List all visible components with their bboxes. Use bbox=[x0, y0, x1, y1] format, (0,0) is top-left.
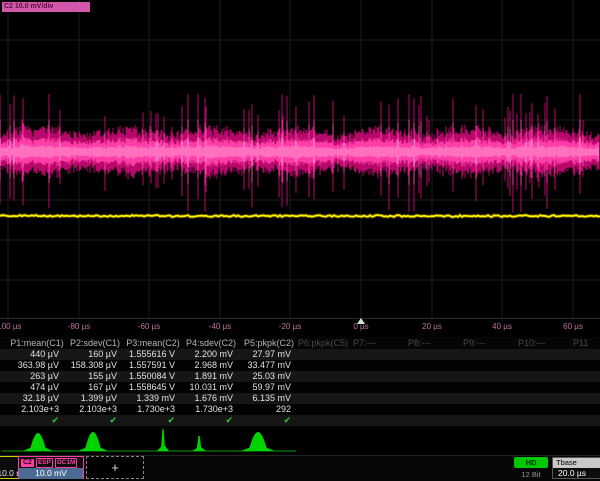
param-value: 1.676 mV bbox=[182, 393, 240, 404]
param-value: 167 µV bbox=[66, 382, 124, 393]
param-header[interactable]: P4:sdev(C2) bbox=[182, 337, 240, 349]
param-value: 158.308 µV bbox=[66, 360, 124, 371]
timebase-box[interactable]: Tbase 20.0 µs bbox=[552, 457, 600, 479]
param-status-check-icon: ✔ bbox=[8, 415, 66, 426]
param-value: 1.550084 V bbox=[124, 371, 182, 382]
param-value: 1.730e+3 bbox=[124, 404, 182, 415]
time-axis-label: -60 µs bbox=[138, 322, 160, 331]
param-value: 2.103e+3 bbox=[8, 404, 66, 415]
add-trace-button[interactable]: + bbox=[86, 456, 144, 479]
c2-scale-value: 10.0 mV bbox=[19, 468, 83, 479]
hd-mode-badge[interactable]: HD bbox=[514, 457, 548, 468]
graticule-and-traces bbox=[0, 0, 600, 318]
param-header-disabled[interactable]: P6:pkpk(C5) bbox=[298, 337, 353, 349]
plus-icon: + bbox=[87, 457, 143, 478]
trace-label-badge[interactable]: C2 10.0 mV/div bbox=[2, 2, 90, 12]
param-value: 363.98 µV bbox=[8, 360, 66, 371]
param-value: 6.135 mV bbox=[240, 393, 298, 404]
param-header-disabled[interactable]: P7:--- bbox=[353, 337, 408, 349]
param-value: 263 µV bbox=[8, 371, 66, 382]
time-axis-label: 20 µs bbox=[422, 322, 442, 331]
table-row: 32.18 µV1.399 µV1.339 mV1.676 mV6.135 mV bbox=[0, 393, 600, 404]
param-header-disabled[interactable]: P10:--- bbox=[518, 337, 573, 349]
trigger-position-marker[interactable] bbox=[357, 318, 365, 324]
param-value: 32.18 µV bbox=[8, 393, 66, 404]
param-value: 1.555616 V bbox=[124, 349, 182, 360]
param-header-disabled[interactable]: P11 bbox=[573, 337, 600, 349]
timebase-label: Tbase bbox=[553, 458, 600, 468]
param-value: 25.03 mV bbox=[240, 371, 298, 382]
time-axis-label: 40 µs bbox=[492, 322, 512, 331]
time-axis: -100 µs-80 µs-60 µs-40 µs-20 µs0 µs20 µs… bbox=[0, 318, 600, 337]
param-header[interactable]: P1:mean(C1) bbox=[8, 337, 66, 349]
histicon bbox=[78, 432, 108, 451]
timebase-value: 20.0 µs bbox=[553, 468, 600, 479]
table-row: 363.98 µV158.308 µV1.557591 V2.968 mV33.… bbox=[0, 360, 600, 371]
param-value: 440 µV bbox=[8, 349, 66, 360]
c2-coupling-badge: DC1M bbox=[55, 458, 77, 468]
param-value: 27.97 mV bbox=[240, 349, 298, 360]
bits-label: 12 Bit bbox=[514, 470, 548, 479]
param-value: 1.557591 V bbox=[124, 360, 182, 371]
param-value: 1.339 mV bbox=[124, 393, 182, 404]
time-axis-label: 60 µs bbox=[563, 322, 583, 331]
histicon bbox=[241, 432, 275, 451]
channel-descriptor-c2[interactable]: C2 ESP DC1M 10.0 mV bbox=[18, 456, 84, 479]
param-header[interactable]: P2:sdev(C1) bbox=[66, 337, 124, 349]
measurement-table: P1:mean(C1)P2:sdev(C1)P3:mean(C2)P4:sdev… bbox=[0, 337, 600, 428]
c2-name-badge: C2 bbox=[21, 459, 34, 467]
param-value: 2.103e+3 bbox=[66, 404, 124, 415]
time-axis-label: -80 µs bbox=[68, 322, 90, 331]
param-value: 2.968 mV bbox=[182, 360, 240, 371]
time-axis-label: -100 µs bbox=[0, 322, 21, 331]
param-value: 10.031 mV bbox=[182, 382, 240, 393]
param-value: 155 µV bbox=[66, 371, 124, 382]
time-axis-label: -20 µs bbox=[279, 322, 301, 331]
histicon bbox=[192, 436, 206, 451]
table-row: 2.103e+32.103e+31.730e+31.730e+3292 bbox=[0, 404, 600, 415]
param-status-check-icon: ✔ bbox=[66, 415, 124, 426]
param-header[interactable]: P3:mean(C2) bbox=[124, 337, 182, 349]
waveform-display[interactable]: C2 10.0 mV/div bbox=[0, 0, 600, 318]
param-value: 474 µV bbox=[8, 382, 66, 393]
status-row: ✔✔✔✔✔ bbox=[0, 415, 600, 426]
param-header[interactable]: P5:pkpk(C2) bbox=[240, 337, 298, 349]
param-header-disabled[interactable]: P8:--- bbox=[408, 337, 463, 349]
table-row: 263 µV155 µV1.550084 V1.891 mV25.03 mV bbox=[0, 371, 600, 382]
param-value: 59.97 mV bbox=[240, 382, 298, 393]
param-header-disabled[interactable]: P9:--- bbox=[463, 337, 518, 349]
table-row: 440 µV160 µV1.555616 V2.200 mV27.97 mV bbox=[0, 349, 600, 360]
c2-esp-badge: ESP bbox=[36, 458, 53, 468]
param-value: 1.558645 V bbox=[124, 382, 182, 393]
param-value: 1.730e+3 bbox=[182, 404, 240, 415]
param-value: 160 µV bbox=[66, 349, 124, 360]
time-axis-label: -40 µs bbox=[209, 322, 231, 331]
param-status-check-icon: ✔ bbox=[182, 415, 240, 426]
table-row: 474 µV167 µV1.558645 V10.031 mV59.97 mV bbox=[0, 382, 600, 393]
parameter-histicons bbox=[0, 428, 600, 454]
param-status-check-icon: ✔ bbox=[124, 415, 182, 426]
param-value: 1.891 mV bbox=[182, 371, 240, 382]
descriptor-bar: DC1M 10.0 mV C2 ESP DC1M 10.0 mV + HD 12… bbox=[0, 455, 600, 481]
param-value: 1.399 µV bbox=[66, 393, 124, 404]
histicon bbox=[157, 429, 169, 451]
param-value: 33.477 mV bbox=[240, 360, 298, 371]
param-value: 2.200 mV bbox=[182, 349, 240, 360]
param-value: 292 bbox=[240, 404, 298, 415]
param-status-check-icon: ✔ bbox=[240, 415, 298, 426]
histicon bbox=[23, 433, 53, 451]
